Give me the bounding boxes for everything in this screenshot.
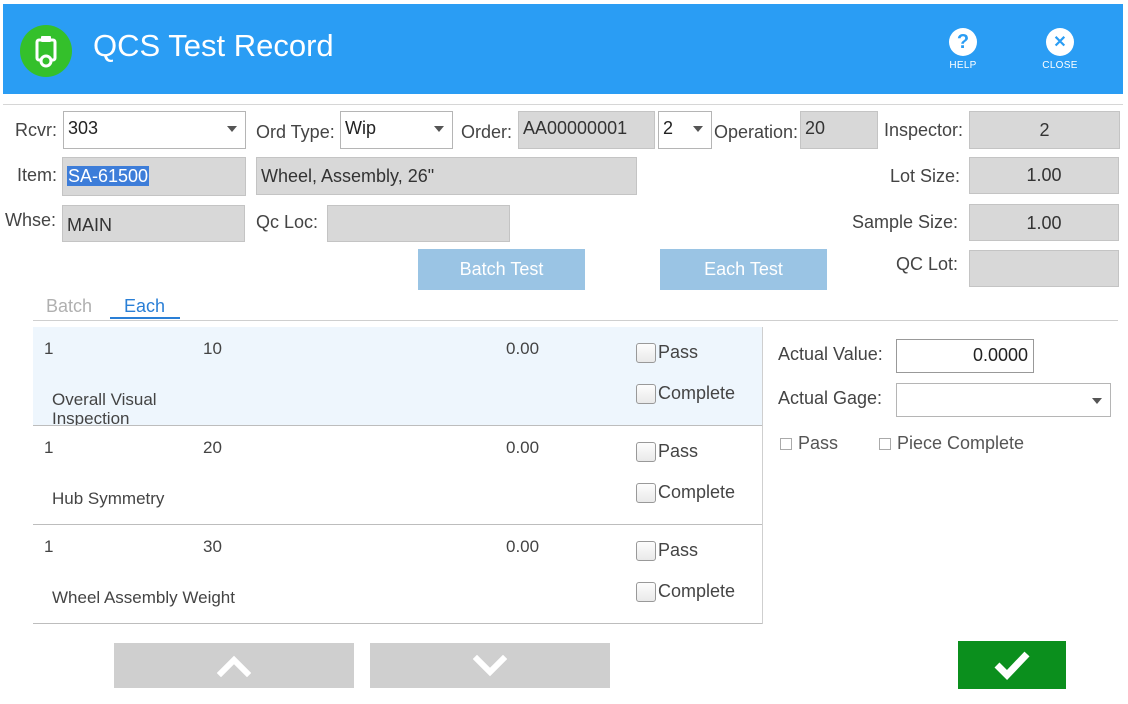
header-divider — [3, 104, 1123, 105]
sample-size-field[interactable]: 1.00 — [969, 204, 1119, 241]
order-suffix-select[interactable]: 2 — [658, 111, 712, 149]
test-value: 0.00 — [506, 438, 540, 457]
checkbox-box — [636, 441, 656, 462]
tab-each[interactable]: Each — [124, 296, 165, 317]
qc-loc-field[interactable] — [327, 205, 510, 242]
lot-size-field[interactable]: 1.00 — [969, 157, 1119, 194]
operation-field[interactable]: 20 — [800, 111, 878, 149]
complete-label: Complete — [658, 383, 736, 403]
detail-pass-label: Pass — [798, 433, 839, 453]
rcvr-select[interactable]: 303 — [63, 111, 246, 149]
complete-label: Complete — [658, 482, 736, 502]
test-seq: 1 — [44, 537, 54, 556]
checkbox-box — [636, 581, 656, 602]
rcvr-label: Rcvr: — [15, 120, 57, 140]
pass-label: Pass — [658, 441, 699, 461]
inspector-field[interactable]: 2 — [969, 111, 1120, 149]
move-up-button[interactable] — [114, 643, 354, 688]
test-value: 0.00 — [506, 537, 540, 556]
help-icon: ? — [949, 28, 977, 56]
lot-size-label: Lot Size: — [890, 166, 961, 186]
test-description: Overall Visual Inspection — [52, 390, 157, 426]
checkbox-box — [636, 342, 656, 363]
ord-type-label: Ord Type: — [256, 122, 335, 142]
help-label: HELP — [949, 60, 977, 71]
actual-gage-select[interactable] — [896, 383, 1111, 417]
help-button[interactable]: ? HELP — [933, 28, 993, 88]
detail-pass-checkbox[interactable]: Pass — [780, 433, 838, 454]
clipboard-icon — [35, 36, 57, 68]
complete-checkbox[interactable]: Complete — [636, 581, 735, 602]
inspector-label: Inspector: — [884, 120, 964, 140]
pass-checkbox[interactable]: Pass — [636, 441, 698, 462]
order-field[interactable]: AA00000001 — [518, 111, 655, 149]
complete-label: Complete — [658, 581, 736, 601]
qc-loc-label: Qc Loc: — [256, 212, 319, 232]
checkbox-box — [636, 540, 656, 561]
chevron-down-icon — [1092, 398, 1102, 404]
test-value: 0.00 — [506, 339, 540, 358]
chevron-down-icon — [693, 126, 703, 132]
actual-value-input[interactable]: 0.0000 — [896, 339, 1034, 373]
confirm-button[interactable] — [958, 641, 1066, 689]
whse-label: Whse: — [5, 210, 57, 230]
checkbox-box — [636, 482, 656, 503]
close-label: CLOSE — [1042, 60, 1078, 71]
test-description: Wheel Assembly Weight — [52, 588, 235, 607]
test-seq: 1 — [44, 438, 54, 457]
test-step: 20 — [203, 438, 222, 457]
test-step: 30 — [203, 537, 222, 556]
checkbox-box — [780, 437, 792, 450]
list-item[interactable]: 1 20 0.00 Pass Complete Hub Symmetry — [33, 426, 762, 525]
close-button[interactable]: ✕ CLOSE — [1030, 28, 1090, 88]
test-seq: 1 — [44, 339, 54, 358]
chevron-up-icon — [217, 655, 251, 677]
order-label: Order: — [461, 122, 513, 142]
complete-checkbox[interactable]: Complete — [636, 383, 735, 404]
test-step: 10 — [203, 339, 222, 358]
page-title: QCS Test Record — [93, 28, 334, 63]
pass-label: Pass — [658, 342, 699, 362]
complete-checkbox[interactable]: Complete — [636, 482, 735, 503]
tab-divider — [33, 320, 1118, 321]
app-icon — [20, 25, 72, 77]
chevron-down-icon — [473, 654, 507, 676]
test-description: Hub Symmetry — [52, 489, 165, 508]
item-label: Item: — [17, 165, 58, 185]
piece-complete-checkbox[interactable]: Piece Complete — [879, 433, 1024, 454]
rcvr-value: 303 — [68, 118, 99, 138]
active-tab-indicator — [110, 317, 180, 319]
each-test-button[interactable]: Each Test — [660, 249, 827, 290]
pass-checkbox[interactable]: Pass — [636, 342, 698, 363]
item-description-field: Wheel, Assembly, 26" — [256, 157, 637, 195]
chevron-down-icon — [434, 126, 444, 132]
pass-checkbox[interactable]: Pass — [636, 540, 698, 561]
sample-size-label: Sample Size: — [852, 212, 959, 232]
list-item[interactable]: 1 30 0.00 Pass Complete Wheel Assembly W… — [33, 525, 762, 624]
item-field[interactable]: SA-61500 — [62, 157, 246, 196]
qc-lot-field[interactable] — [969, 250, 1119, 287]
pass-label: Pass — [658, 540, 699, 560]
actual-value-label: Actual Value: — [778, 344, 883, 364]
tab-batch[interactable]: Batch — [46, 296, 92, 317]
ord-type-select[interactable]: Wip — [340, 111, 453, 149]
whse-field[interactable]: MAIN — [62, 205, 245, 242]
qc-lot-label: QC Lot: — [896, 254, 959, 274]
batch-test-button[interactable]: Batch Test — [418, 249, 585, 290]
checkmark-icon — [994, 651, 1030, 681]
item-value: SA-61500 — [67, 166, 150, 186]
order-suffix-value: 2 — [663, 118, 674, 138]
checkbox-box — [879, 437, 891, 450]
checkbox-box — [636, 383, 656, 404]
actual-gage-label: Actual Gage: — [778, 388, 883, 408]
list-item[interactable]: 1 10 0.00 Pass Complete Overall Visual I… — [33, 327, 762, 426]
ord-type-value: Wip — [345, 118, 376, 138]
piece-complete-label: Piece Complete — [897, 433, 1025, 453]
move-down-button[interactable] — [370, 643, 610, 688]
chevron-down-icon — [227, 126, 237, 132]
test-list: 1 10 0.00 Pass Complete Overall Visual I… — [33, 327, 763, 624]
operation-label: Operation: — [714, 122, 799, 142]
close-icon: ✕ — [1046, 28, 1074, 56]
